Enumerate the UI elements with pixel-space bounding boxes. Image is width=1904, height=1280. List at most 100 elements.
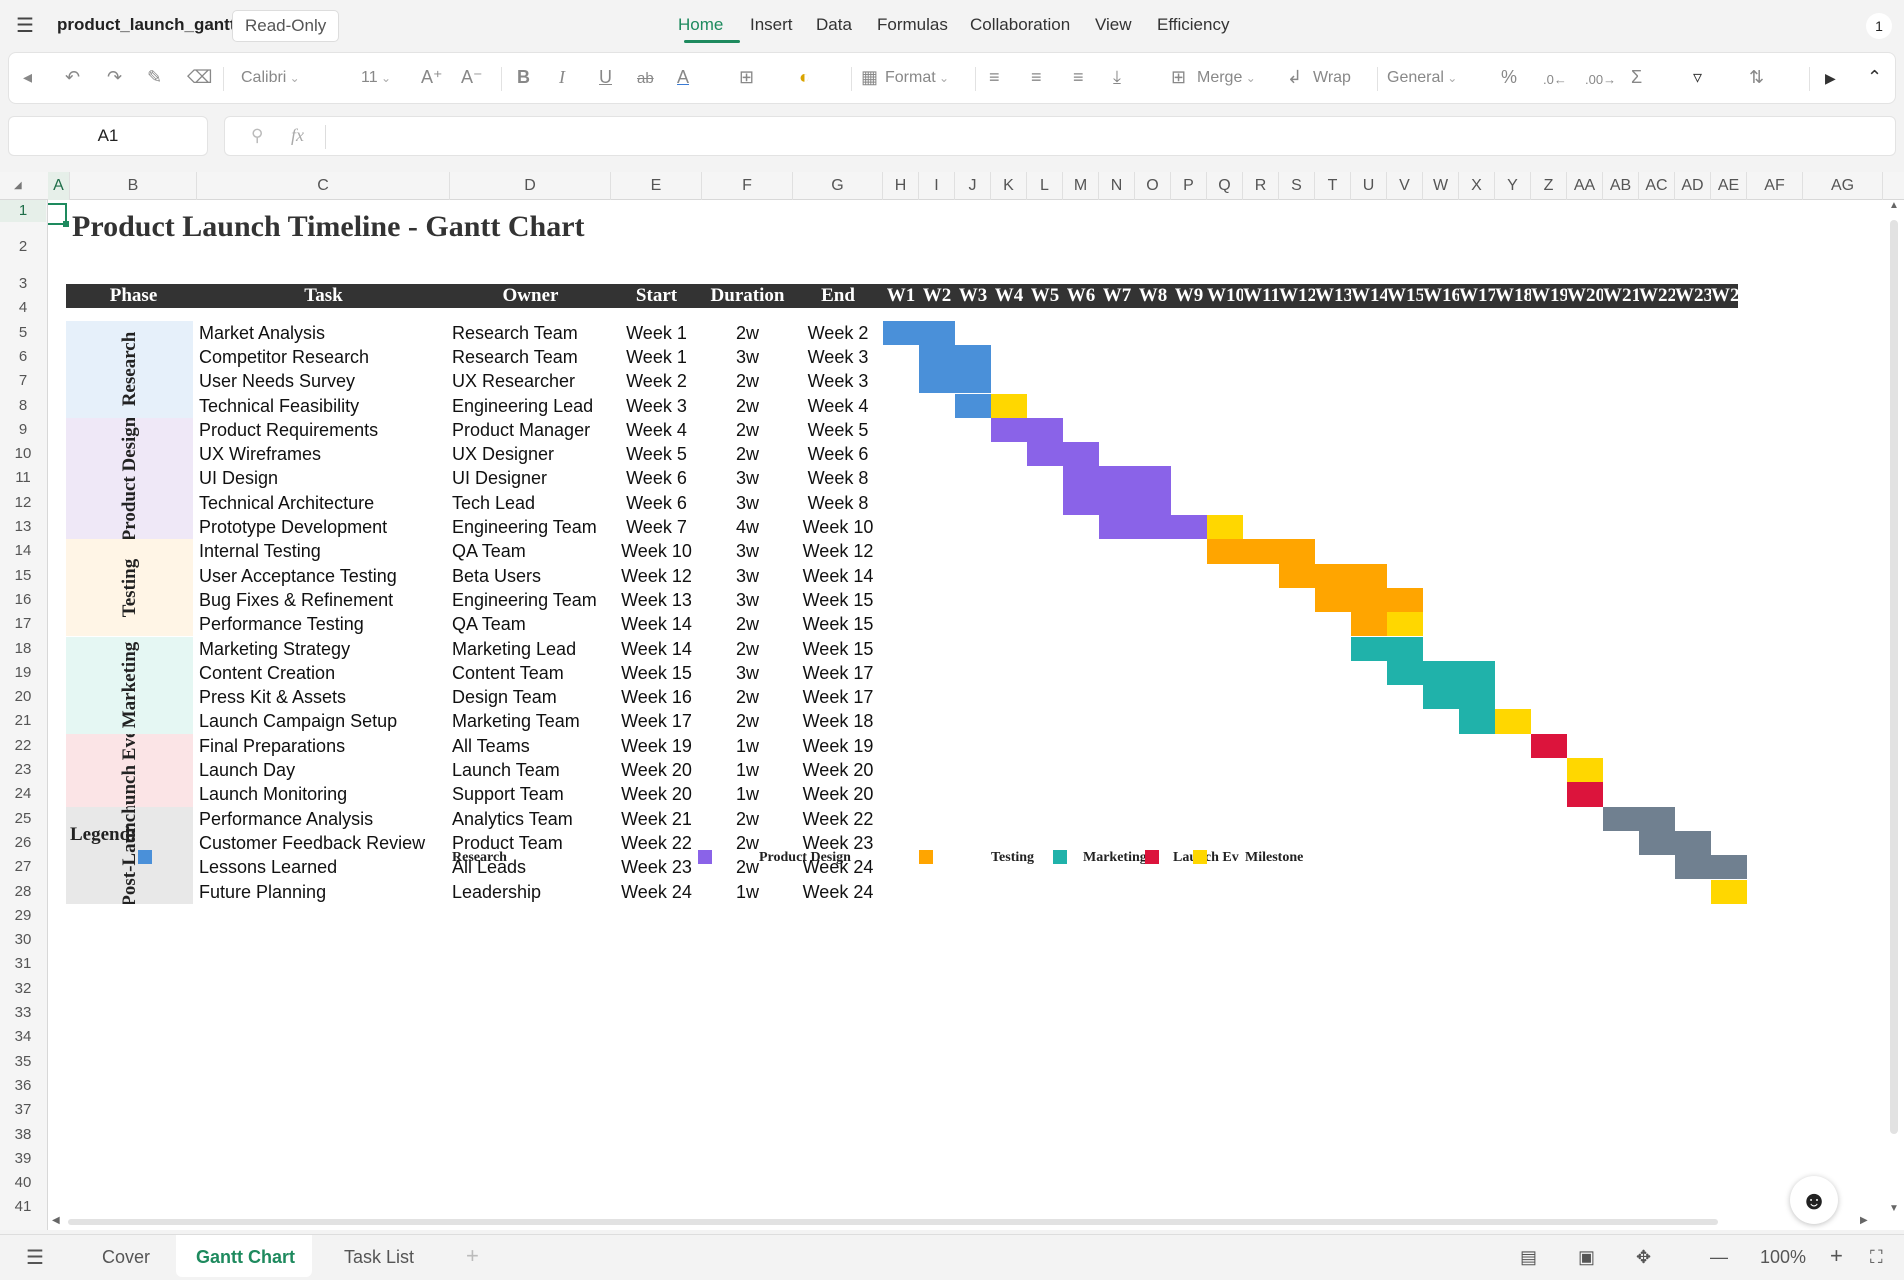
cell-end[interactable]: Week 4	[793, 394, 883, 418]
col-header-aa[interactable]: AA	[1567, 172, 1603, 200]
col-header-u[interactable]: U	[1351, 172, 1387, 200]
cell-end[interactable]: Week 22	[793, 807, 883, 831]
gantt-bar-cell[interactable]	[1351, 612, 1387, 637]
gantt-bar-cell[interactable]	[1423, 685, 1459, 710]
menu-collaboration[interactable]: Collaboration	[970, 15, 1070, 35]
font-size-select[interactable]: 11	[361, 69, 391, 87]
row-header-35[interactable]: 35	[0, 1050, 46, 1074]
cell-task[interactable]: Launch Campaign Setup	[199, 709, 450, 733]
gantt-bar-cell[interactable]	[1639, 806, 1675, 831]
cell-duration[interactable]: 2w	[702, 418, 793, 442]
gantt-bar-cell[interactable]	[1135, 466, 1171, 491]
row-header-19[interactable]: 19	[0, 661, 46, 685]
tab-task-list[interactable]: Task List	[344, 1247, 414, 1268]
col-header-c[interactable]: C	[197, 172, 450, 200]
main-menu-icon[interactable]: ☰	[16, 13, 34, 38]
assistant-icon[interactable]: ☻	[1790, 1176, 1838, 1224]
col-header-af[interactable]: AF	[1747, 172, 1803, 200]
gantt-bar-cell[interactable]	[1171, 515, 1207, 540]
cell-duration[interactable]: 2w	[702, 637, 793, 661]
col-header-p[interactable]: P	[1171, 172, 1207, 200]
strikethrough-icon[interactable]: ab	[637, 70, 654, 87]
gantt-bar-cell[interactable]	[1459, 660, 1495, 686]
row-header-3[interactable]: 3	[0, 272, 46, 296]
col-header-n[interactable]: N	[1099, 172, 1135, 200]
clear-format-icon[interactable]: ⌫	[187, 67, 212, 88]
cell-grid[interactable]: Product Launch Timeline - Gantt Chart Ph…	[48, 200, 1884, 1214]
cell-end[interactable]: Week 8	[793, 491, 883, 515]
cell-end[interactable]: Week 2	[793, 321, 883, 345]
cell-end[interactable]: Week 10	[793, 515, 883, 539]
add-sheet-icon[interactable]: +	[466, 1243, 479, 1269]
gantt-bar-cell[interactable]	[1711, 855, 1747, 880]
cell-task[interactable]: Future Planning	[199, 880, 450, 904]
cell-task[interactable]: Performance Analysis	[199, 807, 450, 831]
cell-end[interactable]: Week 20	[793, 758, 883, 782]
horizontal-scroll-thumb[interactable]	[68, 1219, 1718, 1225]
col-header-j[interactable]: J	[955, 172, 991, 200]
cell-task[interactable]: Launch Day	[199, 758, 450, 782]
gantt-bar-cell[interactable]	[1567, 782, 1603, 807]
cell-owner[interactable]: Support Team	[452, 782, 611, 806]
cell-start[interactable]: Week 3	[611, 394, 702, 418]
gantt-bar-cell[interactable]	[1135, 490, 1171, 515]
gantt-bar-cell[interactable]	[1315, 587, 1351, 613]
gantt-bar-cell[interactable]	[1135, 515, 1171, 540]
gantt-bar-cell[interactable]	[919, 320, 955, 345]
gantt-bar-cell[interactable]	[1711, 879, 1747, 904]
fullscreen-icon[interactable]: ⛶	[1870, 1247, 1883, 1268]
col-header-v[interactable]: V	[1387, 172, 1423, 200]
col-header-t[interactable]: T	[1315, 172, 1351, 200]
row-header-33[interactable]: 33	[0, 1001, 46, 1025]
gantt-bar-cell[interactable]	[1423, 660, 1459, 686]
col-header-r[interactable]: R	[1243, 172, 1279, 200]
cell-owner[interactable]: Tech Lead	[452, 491, 611, 515]
cell-task[interactable]: Competitor Research	[199, 345, 450, 369]
gantt-bar-cell[interactable]	[1063, 442, 1099, 467]
col-header-w[interactable]: W	[1423, 172, 1459, 200]
vertical-scroll-thumb[interactable]	[1890, 220, 1898, 1134]
zoom-in-icon[interactable]: +	[1830, 1243, 1843, 1269]
select-all-icon[interactable]: ◢	[14, 180, 22, 191]
cell-owner[interactable]: Beta Users	[452, 564, 611, 588]
col-header-m[interactable]: M	[1063, 172, 1099, 200]
cell-owner[interactable]: QA Team	[452, 612, 611, 636]
cell-task[interactable]: Launch Monitoring	[199, 782, 450, 806]
border-icon[interactable]: ⊞	[739, 67, 754, 88]
cell-owner[interactable]: Leadership	[452, 880, 611, 904]
bold-icon[interactable]: B	[517, 67, 530, 88]
decrease-font-icon[interactable]: A⁻	[461, 67, 483, 88]
collapse-left-icon[interactable]: ◂	[23, 67, 32, 88]
col-header-y[interactable]: Y	[1495, 172, 1531, 200]
gantt-bar-cell[interactable]	[1603, 806, 1639, 831]
menu-home[interactable]: Home	[678, 15, 723, 35]
row-header-4[interactable]: 4	[0, 296, 46, 320]
decrease-decimal-icon[interactable]: .00→	[1585, 72, 1616, 87]
gantt-bar-cell[interactable]	[955, 344, 991, 370]
row-header-6[interactable]: 6	[0, 345, 46, 369]
cell-owner[interactable]: Engineering Team	[452, 588, 611, 612]
cell-duration[interactable]: 1w	[702, 782, 793, 806]
col-header-z[interactable]: Z	[1531, 172, 1567, 200]
cell-duration[interactable]: 1w	[702, 880, 793, 904]
cell-duration[interactable]: 3w	[702, 345, 793, 369]
row-header-24[interactable]: 24	[0, 782, 46, 806]
gantt-bar-cell[interactable]	[1063, 490, 1099, 515]
cell-owner[interactable]: Engineering Lead	[452, 394, 611, 418]
normal-view-icon[interactable]: ▤	[1520, 1247, 1537, 1268]
gantt-bar-cell[interactable]	[1387, 636, 1423, 661]
col-header-i[interactable]: I	[919, 172, 955, 200]
cell-duration[interactable]: 1w	[702, 758, 793, 782]
col-header-ag[interactable]: AG	[1803, 172, 1883, 200]
gantt-bar-cell[interactable]	[991, 393, 1027, 418]
formula-search-icon[interactable]: ⚲	[251, 126, 263, 146]
row-header-15[interactable]: 15	[0, 564, 46, 588]
gantt-bar-cell[interactable]	[1531, 733, 1567, 758]
gantt-bar-cell[interactable]	[1207, 515, 1243, 540]
formula-input[interactable]: ⚲ fx	[224, 116, 1896, 156]
cell-end[interactable]: Week 20	[793, 782, 883, 806]
gantt-bar-cell[interactable]	[1387, 587, 1423, 613]
font-color-icon[interactable]: A	[677, 67, 689, 88]
cell-end[interactable]: Week 19	[793, 734, 883, 758]
row-header-14[interactable]: 14	[0, 539, 46, 563]
